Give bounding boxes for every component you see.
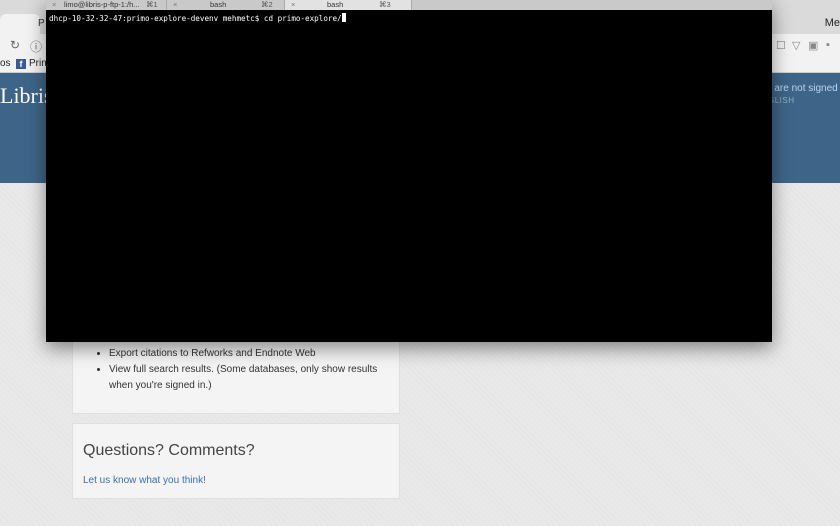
- terminal-tab[interactable]: × limo@libris-p-ftp-1:/h... ⌘1: [46, 0, 166, 10]
- bookmark-item[interactable]: f Prim: [16, 58, 50, 69]
- extension-icon[interactable]: ☐: [776, 39, 786, 52]
- browser-tab-label: P: [38, 18, 45, 29]
- feedback-card: Questions? Comments? Let us know what yo…: [72, 423, 400, 499]
- bookmark-item[interactable]: os: [0, 58, 11, 69]
- text-cursor: [341, 13, 346, 22]
- terminal-tab-title: bash: [327, 0, 344, 9]
- extension-icon[interactable]: ▪: [826, 39, 830, 51]
- terminal-tab-bar: × limo@libris-p-ftp-1:/h... ⌘1 × bash ⌘2…: [46, 0, 772, 10]
- feedback-heading: Questions? Comments?: [83, 442, 255, 459]
- terminal-window: × limo@libris-p-ftp-1:/h... ⌘1 × bash ⌘2…: [46, 0, 772, 342]
- terminal-tab-shortcut: ⌘3: [379, 0, 391, 9]
- filter-icon[interactable]: ▽: [792, 39, 800, 52]
- feedback-link[interactable]: Let us know what you think!: [83, 475, 206, 486]
- browser-tab[interactable]: [0, 14, 40, 34]
- terminal-tab[interactable]: × bash ⌘2: [166, 0, 285, 10]
- site-logo[interactable]: Libris: [0, 83, 53, 109]
- terminal-tab-shortcut: ⌘1: [146, 0, 158, 9]
- close-icon[interactable]: ×: [52, 0, 56, 10]
- close-icon[interactable]: ×: [173, 0, 177, 10]
- reload-icon[interactable]: ↻: [10, 38, 20, 52]
- benefits-card: Export citations to Refworks and Endnote…: [72, 331, 400, 414]
- list-item: View full search results. (Some database…: [109, 362, 399, 394]
- browser-profile-label[interactable]: Me: [825, 17, 840, 29]
- list-item: Export citations to Refworks and Endnote…: [109, 346, 399, 362]
- facebook-icon: f: [16, 59, 26, 69]
- info-icon[interactable]: ⓘ: [30, 38, 42, 55]
- extension-icon[interactable]: ▣: [808, 39, 818, 52]
- terminal-tab-active[interactable]: × bash ⌘3: [284, 0, 412, 10]
- shell-command[interactable]: cd primo-explore/: [264, 14, 342, 23]
- terminal-tab-title: bash: [210, 0, 227, 9]
- close-icon[interactable]: ×: [291, 0, 295, 10]
- terminal-tab-shortcut: ⌘2: [261, 0, 273, 9]
- shell-prompt: dhcp-10-32-32-47:primo-explore-devenv me…: [49, 14, 264, 23]
- terminal-tab-title: limo@libris-p-ftp-1:/h...: [64, 0, 140, 9]
- shell-line: dhcp-10-32-32-47:primo-explore-devenv me…: [49, 13, 346, 23]
- signin-status[interactable]: u are not signed: [766, 83, 838, 94]
- benefits-list: Export citations to Refworks and Endnote…: [73, 346, 399, 394]
- terminal-output[interactable]: dhcp-10-32-32-47:primo-explore-devenv me…: [46, 10, 772, 342]
